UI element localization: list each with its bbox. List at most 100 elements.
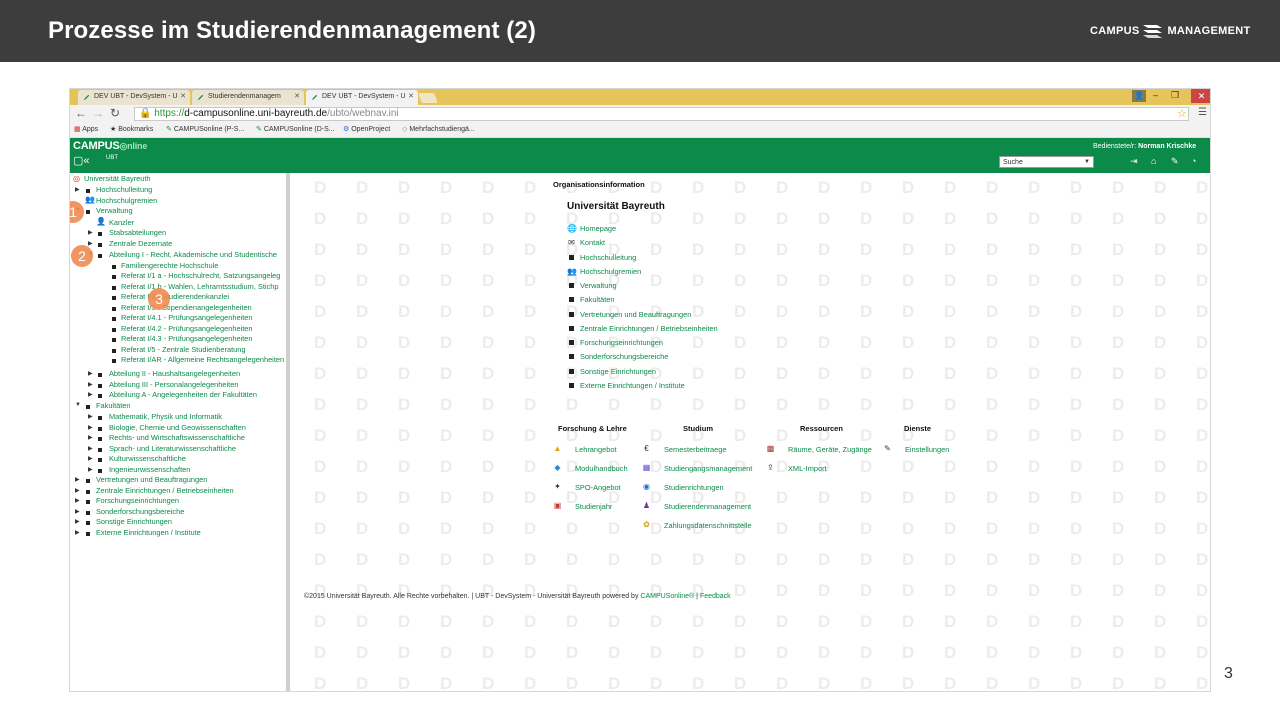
- panel-toggle[interactable]: ▢«: [73, 154, 90, 167]
- bookmark-campusonline-p[interactable]: ✎ CAMPUSonline (P-S...: [166, 125, 244, 133]
- tree-item[interactable]: Referat I/1 a - Hochschulrecht, Satzungs…: [121, 271, 280, 281]
- tree-item[interactable]: Familiengerechte Hochschule: [121, 261, 218, 271]
- tree-item[interactable]: Mathematik, Physik und Informatik: [109, 412, 222, 422]
- window-close-icon[interactable]: ✕: [1191, 89, 1210, 103]
- tree-item[interactable]: Stabsabteilungen: [109, 228, 166, 238]
- expand-arrow-icon[interactable]: ▶: [88, 434, 93, 441]
- forward-icon[interactable]: →: [92, 106, 104, 120]
- link-zahlungsdatenschnittstelle[interactable]: Zahlungsdatenschnittstelle: [664, 521, 752, 530]
- tree-item[interactable]: Abteilung I - Recht, Akademische und Stu…: [109, 250, 277, 260]
- link-homepage[interactable]: Homepage: [580, 224, 616, 233]
- browser-tab[interactable]: DEV UBT - DevSystem - U ✕: [78, 90, 190, 105]
- footer-link-feedback[interactable]: Feedback: [700, 593, 731, 600]
- campusonline-logo[interactable]: CAMPUS◎nline: [73, 140, 147, 152]
- dashboard-icon[interactable]: ◔: [1191, 156, 1196, 166]
- browser-tab[interactable]: Studierendenmanagem ✕: [192, 90, 304, 105]
- new-tab-button[interactable]: [418, 93, 438, 103]
- bookmark-apps[interactable]: ▦ Apps: [74, 125, 98, 133]
- tree-item[interactable]: Sprach- und Literaturwissenschaftliche: [109, 444, 236, 454]
- tree-item[interactable]: Fakultäten: [96, 401, 131, 411]
- tree-item[interactable]: Hochschulgremien: [96, 196, 157, 206]
- link-einstellungen[interactable]: Einstellungen: [905, 445, 949, 454]
- close-icon[interactable]: ✕: [294, 92, 300, 100]
- expand-arrow-icon[interactable]: ▶: [88, 466, 93, 473]
- expand-arrow-icon[interactable]: ▶: [75, 476, 80, 483]
- link-externe-einrichtungen[interactable]: Externe Einrichtungen / Institute: [580, 381, 685, 390]
- tree-item[interactable]: Referat I/5 - Zentrale Studienberatung: [121, 345, 245, 355]
- expand-arrow-icon[interactable]: ▶: [88, 391, 93, 398]
- bookmark-star-icon[interactable]: ☆: [1177, 107, 1187, 120]
- link-semesterbeitraege[interactable]: Semesterbeitraege: [664, 445, 726, 454]
- square-icon[interactable]: ▢: [73, 155, 83, 167]
- expand-arrow-icon[interactable]: ▶: [88, 424, 93, 431]
- tree-item[interactable]: Kulturwissenschaftliche: [109, 454, 186, 464]
- tree-item[interactable]: Referat I/4.2 - Prüfungsangelegenheiten: [121, 324, 252, 334]
- link-zentrale-einrichtungen[interactable]: Zentrale Einrichtungen / Betriebseinheit…: [580, 324, 718, 333]
- expand-arrow-icon[interactable]: ▶: [88, 370, 93, 377]
- link-studiengangsmanagement[interactable]: Studiengangsmanagement: [664, 464, 752, 473]
- tree-item[interactable]: Abteilung II - Haushaltsangelegenheiten: [109, 369, 240, 379]
- expand-arrow-icon[interactable]: ▶: [75, 497, 80, 504]
- menu-icon[interactable]: ☰: [1198, 107, 1207, 118]
- expand-arrow-icon[interactable]: ▶: [75, 487, 80, 494]
- reload-icon[interactable]: ↻: [110, 106, 120, 120]
- link-raeume[interactable]: Räume, Geräte, Zugänge: [788, 445, 872, 454]
- link-verwaltung[interactable]: Verwaltung: [580, 281, 617, 290]
- link-hochschulgremien[interactable]: Hochschulgremien: [580, 267, 641, 276]
- link-modulhandbuch[interactable]: Modulhandbuch: [575, 464, 628, 473]
- browser-tab-active[interactable]: DEV UBT - DevSystem - U ✕: [306, 90, 418, 105]
- tree-item[interactable]: Referat I/4.1 - Prüfungsangelegenheiten: [121, 313, 252, 323]
- expand-arrow-icon[interactable]: ▶: [88, 240, 93, 247]
- profile-icon[interactable]: 👤: [1132, 90, 1146, 102]
- url-input[interactable]: 🔒 https://d-campusonline.uni-bayreuth.de…: [134, 107, 1189, 121]
- tree-item[interactable]: Vertretungen und Beauftragungen: [96, 475, 207, 485]
- link-xml-import[interactable]: XML-Import: [788, 464, 827, 473]
- link-sonstige-einrichtungen[interactable]: Sonstige Einrichtungen: [580, 367, 656, 376]
- expand-arrow-icon[interactable]: ▶: [75, 529, 80, 536]
- tree-item[interactable]: Hochschulleitung: [96, 185, 152, 195]
- tree-item[interactable]: Referat I/3 - Stipendienangelegenheiten: [121, 303, 252, 313]
- collapse-icon[interactable]: «: [83, 155, 89, 167]
- tree-item[interactable]: Forschungseinrichtungen: [96, 496, 179, 506]
- collapse-arrow-icon[interactable]: ▼: [75, 402, 81, 408]
- tree-item[interactable]: Verwaltung: [96, 206, 133, 216]
- link-studienjahr[interactable]: Studienjahr: [575, 502, 612, 511]
- logout-icon[interactable]: ⇥: [1130, 156, 1138, 167]
- tree-item[interactable]: Sonderforschungsbereiche: [96, 507, 184, 517]
- tree-item[interactable]: Rechts- und Wirtschaftswissenschaftliche: [109, 433, 245, 443]
- tree-item[interactable]: Kanzler: [109, 218, 134, 228]
- tree-item[interactable]: Abteilung III - Personalangelegenheiten: [109, 380, 238, 390]
- home-icon[interactable]: ⌂: [1151, 156, 1156, 166]
- link-studienrichtungen[interactable]: Studienrichtungen: [664, 483, 724, 492]
- restore-icon[interactable]: ❐: [1171, 90, 1179, 101]
- close-icon[interactable]: ✕: [180, 92, 186, 100]
- link-spo-angebot[interactable]: SPO-Angebot: [575, 483, 621, 492]
- tree-item[interactable]: Referat I/2 - Studierendenkanzlei: [121, 292, 229, 302]
- footer-link-campusonline[interactable]: CAMPUSonline®: [640, 593, 694, 600]
- tree-item[interactable]: Ingenieurwissenschaften: [109, 465, 190, 475]
- expand-arrow-icon[interactable]: ▶: [88, 381, 93, 388]
- link-forschungseinrichtungen[interactable]: Forschungseinrichtungen: [580, 338, 663, 347]
- tree-item[interactable]: Sonstige Einrichtungen: [96, 517, 172, 527]
- expand-arrow-icon[interactable]: ▶: [88, 229, 93, 236]
- link-kontakt[interactable]: Kontakt: [580, 238, 605, 247]
- search-select[interactable]: Suche ▼: [999, 156, 1094, 168]
- link-vertretungen[interactable]: Vertretungen und Beauftragungen: [580, 310, 691, 319]
- bookmark-campusonline-d[interactable]: ✎ CAMPUSonline (D-S...: [256, 125, 335, 133]
- expand-arrow-icon[interactable]: ▶: [75, 518, 80, 525]
- expand-arrow-icon[interactable]: ▶: [75, 186, 80, 193]
- tree-item[interactable]: Zentrale Einrichtungen / Betriebseinheit…: [96, 486, 234, 496]
- back-icon[interactable]: ←: [75, 106, 87, 120]
- tree-item[interactable]: Abteilung A - Angelegenheiten der Fakult…: [109, 390, 257, 400]
- expand-arrow-icon[interactable]: ▶: [75, 508, 80, 515]
- tree-item[interactable]: Zentrale Dezernate: [109, 239, 172, 249]
- close-icon[interactable]: ✕: [408, 92, 414, 100]
- link-fakultaeten[interactable]: Fakultäten: [580, 295, 615, 304]
- tree-item[interactable]: Biologie, Chemie und Geowissenschaften: [109, 423, 246, 433]
- link-studierendenmanagement[interactable]: Studierendenmanagement: [664, 502, 751, 511]
- bookmark-openproject[interactable]: ⚙ OpenProject: [343, 125, 390, 133]
- tree-item[interactable]: Referat I/1 b - Wahlen, Lehramtsstudium,…: [121, 282, 278, 292]
- link-lehrangebot[interactable]: Lehrangebot: [575, 445, 617, 454]
- user-name[interactable]: Norman Krischke: [1138, 143, 1196, 150]
- expand-arrow-icon[interactable]: ▶: [88, 413, 93, 420]
